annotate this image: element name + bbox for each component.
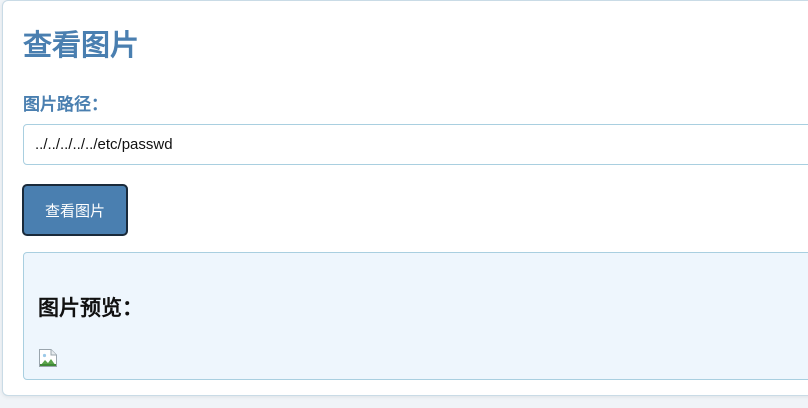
view-image-button[interactable]: 查看图片 — [22, 184, 128, 236]
page-title: 查看图片 — [23, 28, 140, 62]
image-preview-panel: 图片预览： — [23, 252, 808, 380]
broken-image-icon — [38, 348, 58, 368]
viewer-card: 查看图片 图片路径： 查看图片 图片预览： — [2, 0, 808, 396]
image-path-input[interactable] — [23, 124, 808, 165]
path-label: 图片路径： — [23, 95, 108, 115]
preview-heading: 图片预览： — [38, 296, 143, 320]
